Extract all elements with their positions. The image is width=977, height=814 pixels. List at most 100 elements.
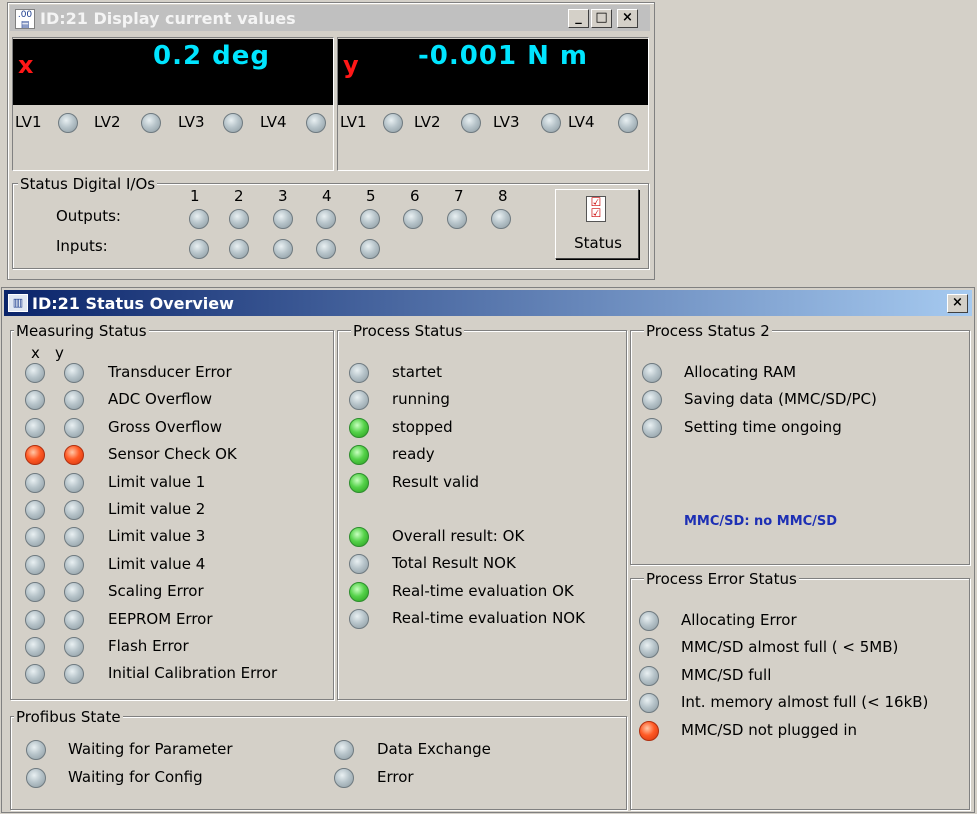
process-error-label: MMC/SD full — [681, 665, 772, 684]
process-error-led — [639, 665, 659, 686]
output-led — [403, 209, 423, 229]
limit-led — [223, 113, 243, 133]
y-status-led — [64, 472, 84, 493]
maximize-button[interactable]: □ — [591, 9, 612, 28]
lv4-label: LV4 — [568, 113, 595, 131]
window-title: ID:21 Status Overview — [32, 294, 234, 313]
measuring-status-label: Sensor Check OK — [108, 445, 237, 464]
process-error-label: Allocating Error — [681, 611, 797, 629]
x-status-led — [25, 609, 45, 630]
input-led — [316, 239, 336, 259]
measuring-status-label: Limit value 4 — [108, 554, 206, 573]
process-status-label: Result valid — [392, 472, 480, 491]
close-button[interactable]: × — [617, 9, 638, 28]
limit-led — [306, 113, 326, 133]
channel-x-value: 0.2 deg — [153, 41, 270, 71]
profibus-title: Profibus State — [14, 708, 123, 726]
process-status-label: ready — [392, 445, 435, 464]
process-status-2-label: Setting time ongoing — [684, 417, 842, 436]
channel-y-value: -0.001 N m — [418, 41, 588, 71]
io-number: 4 — [322, 187, 332, 205]
process-error-label: MMC/SD almost full ( < 5MB) — [681, 638, 899, 657]
status-button-label: Status — [574, 234, 622, 252]
y-status-led — [64, 417, 84, 438]
process-status-led — [349, 472, 369, 493]
limit-led — [541, 113, 561, 133]
process-error-label: MMC/SD not plugged in — [681, 720, 858, 739]
profibus-label: Data Exchange — [377, 740, 491, 758]
input-led — [229, 239, 249, 259]
lv4-label: LV4 — [260, 113, 287, 131]
title-bar[interactable]: ▥ ID:21 Status Overview × — [4, 290, 972, 316]
x-status-led — [25, 472, 45, 493]
channel-y-display: y -0.001 N m — [338, 39, 648, 105]
measuring-status-title: Measuring Status — [14, 322, 149, 340]
status-overview-window: ▥ ID:21 Status Overview × Measuring Stat… — [1, 287, 975, 813]
minimize-button[interactable]: _ — [568, 9, 589, 28]
process-status-label: startet — [392, 363, 443, 381]
outputs-label: Outputs: — [56, 207, 121, 225]
io-number: 7 — [454, 187, 464, 205]
close-icon: × — [622, 10, 633, 25]
x-status-led — [25, 554, 45, 575]
process-error-led — [639, 720, 659, 741]
lv1-label: LV1 — [15, 113, 42, 131]
x-status-led — [25, 417, 45, 438]
input-led — [189, 239, 209, 259]
process-status-group — [337, 330, 627, 700]
channel-x-axis-label: x — [18, 51, 34, 79]
lv3-label: LV3 — [178, 113, 205, 131]
process-status-2-led — [642, 363, 662, 383]
process-status-label: Overall result: OK — [392, 527, 525, 545]
process-status-led — [349, 581, 369, 602]
process-status-led — [349, 363, 369, 383]
status-button[interactable]: ☑ ☑ Status — [555, 189, 639, 259]
title-bar[interactable]: .00 ▤ ID:21 Display current values _ □ × — [10, 5, 650, 31]
measuring-status-label: EEPROM Error — [108, 609, 213, 628]
y-status-led — [64, 500, 84, 520]
lv2-label: LV2 — [94, 113, 121, 131]
measuring-status-label: Limit value 1 — [108, 472, 206, 491]
process-status-2-label: Saving data (MMC/SD/PC) — [684, 390, 877, 409]
window-title: ID:21 Display current values — [40, 9, 296, 28]
chart-document-icon: .00 ▤ — [15, 9, 35, 30]
profibus-label: Error — [377, 768, 414, 786]
measuring-status-label: Transducer Error — [108, 363, 232, 381]
lv1-label: LV1 — [340, 113, 367, 131]
y-status-led — [64, 554, 84, 575]
process-status-2-title: Process Status 2 — [644, 322, 772, 340]
channel-x-display: x 0.2 deg — [13, 39, 333, 105]
input-led — [273, 239, 293, 259]
measuring-status-label: ADC Overflow — [108, 390, 213, 409]
process-status-2-group — [630, 330, 970, 565]
lv3-label: LV3 — [493, 113, 520, 131]
profibus-label: Waiting for Parameter — [68, 740, 233, 758]
input-led — [360, 239, 380, 259]
output-led — [447, 209, 467, 229]
mmc-info: MMC/SD: no MMC/SD — [684, 514, 838, 529]
display-values-window: .00 ▤ ID:21 Display current values _ □ × … — [7, 2, 655, 280]
limit-led — [383, 113, 403, 133]
limit-led — [618, 113, 638, 133]
checklist-icon: ☑ ☑ — [586, 196, 606, 222]
output-led — [316, 209, 336, 229]
x-status-led — [25, 500, 45, 520]
io-number: 5 — [366, 187, 376, 205]
close-button[interactable]: × — [947, 294, 968, 313]
process-status-label: running — [392, 390, 450, 409]
process-status-label: Total Result NOK — [392, 554, 516, 573]
lv2-label: LV2 — [414, 113, 441, 131]
limit-led — [58, 113, 78, 133]
process-error-label: Int. memory almost full (< 16kB) — [681, 693, 929, 712]
column-x-header: x — [31, 344, 40, 362]
profibus-led — [334, 740, 354, 760]
digital-io-title: Status Digital I/Os — [18, 175, 158, 193]
process-status-2-led — [642, 417, 662, 438]
channel-y-axis-label: y — [343, 51, 359, 79]
y-status-led — [64, 363, 84, 383]
close-icon: × — [952, 295, 963, 310]
inputs-label: Inputs: — [56, 237, 108, 255]
profibus-led — [334, 768, 354, 788]
process-status-led — [349, 527, 369, 547]
output-led — [273, 209, 293, 229]
